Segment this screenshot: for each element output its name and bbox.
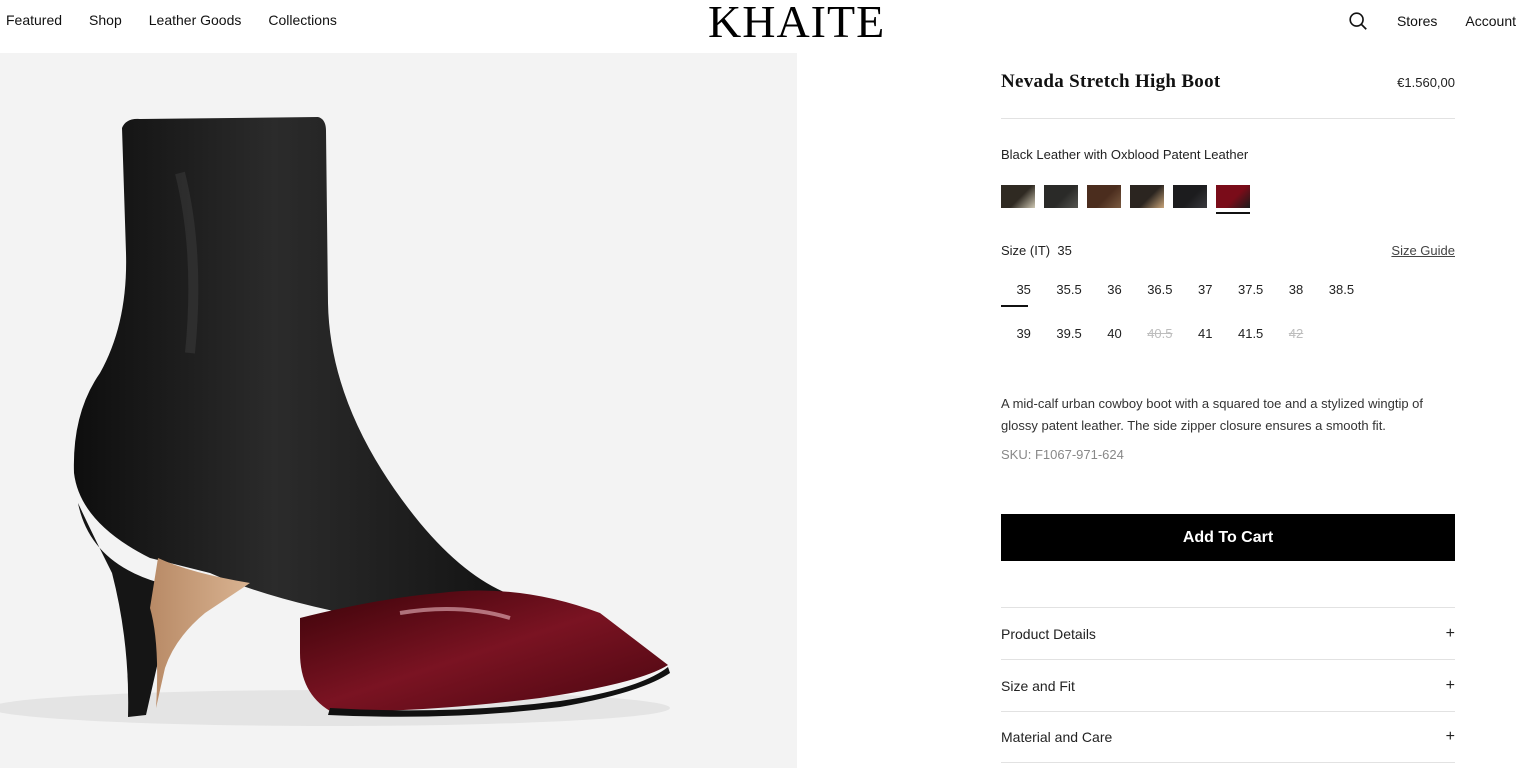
- size-option-40[interactable]: 40: [1092, 323, 1137, 347]
- size-option-35-5[interactable]: 35.5: [1046, 279, 1091, 303]
- size-option-41[interactable]: 41: [1183, 323, 1228, 347]
- site-header: Featured Shop Leather Goods Collections …: [0, 0, 1536, 48]
- primary-nav: Featured Shop Leather Goods Collections: [6, 12, 337, 28]
- size-option-37-5[interactable]: 37.5: [1228, 279, 1273, 303]
- color-swatches: [1001, 185, 1250, 214]
- search-icon[interactable]: [1347, 10, 1369, 32]
- accordion-label: Material and Care: [1001, 729, 1113, 745]
- nav-featured[interactable]: Featured: [6, 12, 62, 28]
- accordion-size-and-fit[interactable]: Size and Fit +: [1001, 659, 1455, 711]
- nav-collections[interactable]: Collections: [268, 12, 336, 28]
- accordion-product-details[interactable]: Product Details +: [1001, 607, 1455, 659]
- size-option-39-5[interactable]: 39.5: [1046, 323, 1091, 347]
- size-option-35[interactable]: 35: [1001, 279, 1046, 307]
- add-to-cart-button[interactable]: Add To Cart: [1001, 514, 1455, 561]
- accordion-material-and-care[interactable]: Material and Care +: [1001, 711, 1455, 763]
- divider: [1001, 118, 1455, 119]
- size-option-38[interactable]: 38: [1273, 279, 1318, 303]
- selected-size-value: 35: [1057, 243, 1072, 258]
- size-option-41-5[interactable]: 41.5: [1228, 323, 1273, 347]
- accordion-label: Size and Fit: [1001, 677, 1075, 694]
- title-row: Nevada Stretch High Boot €1.560,00: [1001, 71, 1455, 93]
- boot-illustration: [0, 117, 670, 726]
- color-name: Black Leather with Oxblood Patent Leathe…: [1001, 147, 1249, 162]
- size-option-39[interactable]: 39: [1001, 323, 1046, 347]
- plus-icon: +: [1445, 624, 1455, 642]
- product-price: €1.560,00: [1397, 75, 1455, 90]
- plus-icon: +: [1445, 728, 1455, 745]
- product-description: A mid-calf urban cowboy boot with a squa…: [1001, 396, 1424, 433]
- color-swatch[interactable]: [1216, 185, 1250, 214]
- brand-logo[interactable]: KHAITE: [708, 0, 885, 45]
- nav-stores[interactable]: Stores: [1397, 13, 1437, 29]
- size-option-40-5[interactable]: 40.5: [1137, 323, 1182, 347]
- utility-nav: Stores Account: [1347, 10, 1516, 32]
- size-option-38-5[interactable]: 38.5: [1319, 279, 1364, 303]
- size-guide-link[interactable]: Size Guide: [1391, 243, 1455, 258]
- plus-icon: +: [1445, 676, 1455, 694]
- color-swatch[interactable]: [1087, 185, 1121, 208]
- color-swatch[interactable]: [1173, 185, 1207, 208]
- product-image[interactable]: [0, 53, 797, 768]
- nav-shop[interactable]: Shop: [89, 12, 122, 28]
- accordion-label: Product Details: [1001, 625, 1096, 642]
- size-label: Size (IT): [1001, 243, 1051, 258]
- nav-leather-goods[interactable]: Leather Goods: [149, 12, 242, 28]
- size-option-37[interactable]: 37: [1183, 279, 1228, 303]
- color-swatch[interactable]: [1001, 185, 1035, 208]
- color-swatch[interactable]: [1044, 185, 1078, 208]
- product-sku: SKU: F1067-971-624: [1001, 447, 1124, 462]
- size-option-36[interactable]: 36: [1092, 279, 1137, 303]
- size-option-36-5[interactable]: 36.5: [1137, 279, 1182, 303]
- size-option-42[interactable]: 42: [1273, 323, 1318, 347]
- size-label-group: Size (IT) 35: [1001, 243, 1072, 258]
- nav-account[interactable]: Account: [1465, 13, 1516, 29]
- size-selector: 35 35.5 36 36.5 37 37.5 38 38.5 39 39.5 40 40.5 41 41…: [1001, 279, 1361, 347]
- product-title: Nevada Stretch High Boot: [1001, 71, 1221, 92]
- color-swatch[interactable]: [1130, 185, 1164, 208]
- size-label-row: Size (IT) 35 Size Guide: [1001, 243, 1455, 258]
